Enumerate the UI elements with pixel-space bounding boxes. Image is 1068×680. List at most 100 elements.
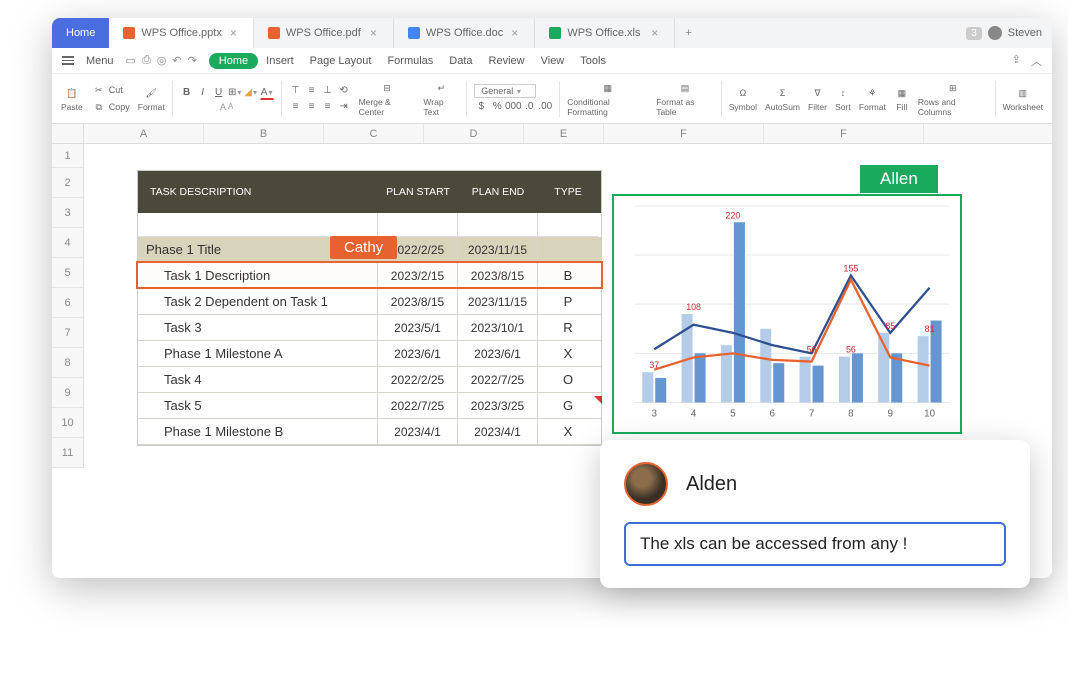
document-tab[interactable]: WPS Office.xls× bbox=[535, 18, 675, 48]
cell-end[interactable]: 2023/11/15 bbox=[458, 237, 538, 262]
table-row[interactable]: Task 3 2023/5/1 2023/10/1 R bbox=[138, 315, 601, 341]
close-tab-icon[interactable]: × bbox=[228, 26, 239, 40]
merge-center-button[interactable]: ⊟Merge & Center bbox=[356, 76, 419, 121]
cell-desc[interactable]: Task 1 Description bbox=[138, 263, 378, 288]
rows-columns-button[interactable]: ⊞Rows and Columns bbox=[915, 76, 991, 121]
cell-type[interactable]: G bbox=[538, 393, 598, 418]
paste-button[interactable]: 📋Paste bbox=[58, 76, 86, 121]
row-header[interactable]: 6 bbox=[52, 288, 83, 318]
undo-icon[interactable]: ↶ bbox=[172, 54, 181, 67]
number-format-select[interactable]: General ▾ bbox=[474, 84, 536, 98]
document-tab[interactable]: WPS Office.pptx× bbox=[109, 18, 254, 48]
cell-type[interactable] bbox=[538, 237, 598, 262]
close-tab-icon[interactable]: × bbox=[368, 26, 379, 40]
align-top-icon[interactable]: ⊤ bbox=[289, 84, 303, 98]
menu-label[interactable]: Menu bbox=[86, 55, 114, 67]
font-size-dec-icon[interactable]: A bbox=[228, 102, 233, 111]
cell-type[interactable]: X bbox=[538, 419, 598, 444]
cell-end[interactable]: 2023/6/1 bbox=[458, 341, 538, 366]
account-area[interactable]: 3 Steven bbox=[956, 18, 1052, 48]
italic-button[interactable]: I bbox=[196, 86, 210, 100]
align-right-icon[interactable]: ≡ bbox=[321, 100, 335, 114]
column-header[interactable]: E bbox=[524, 124, 604, 143]
preview-icon[interactable]: ◎ bbox=[157, 54, 167, 67]
save-icon[interactable]: ▭ bbox=[126, 54, 136, 67]
border-button[interactable]: ⊞▾ bbox=[228, 86, 242, 100]
cell-type[interactable]: X bbox=[538, 341, 598, 366]
document-tab[interactable]: WPS Office.doc× bbox=[394, 18, 535, 48]
table-row[interactable]: Task 4 2022/2/25 2022/7/25 O bbox=[138, 367, 601, 393]
autosum-button[interactable]: ΣAutoSum bbox=[762, 76, 803, 121]
hamburger-icon[interactable] bbox=[62, 56, 74, 65]
column-header[interactable]: F bbox=[604, 124, 764, 143]
cell-start[interactable]: 2022/2/25 bbox=[378, 367, 458, 392]
cell-type[interactable]: B bbox=[538, 263, 598, 288]
sort-button[interactable]: ↕Sort bbox=[832, 76, 854, 121]
table-row[interactable]: Task 1 Description 2023/2/15 2023/8/15 B bbox=[138, 263, 601, 289]
orientation-icon[interactable]: ⟲ bbox=[337, 84, 351, 98]
cut-icon[interactable]: ✂ bbox=[91, 82, 107, 98]
copy-icon[interactable]: ⧉ bbox=[91, 99, 107, 115]
close-tab-icon[interactable]: × bbox=[649, 26, 660, 40]
row-header[interactable]: 11 bbox=[52, 438, 83, 468]
column-header[interactable]: A bbox=[84, 124, 204, 143]
table-row[interactable]: Task 5 2022/7/25 2023/3/25 G bbox=[138, 393, 601, 419]
row-header[interactable]: 4 bbox=[52, 228, 83, 258]
row-header[interactable]: 10 bbox=[52, 408, 83, 438]
table-row[interactable]: Task 2 Dependent on Task 1 2023/8/15 202… bbox=[138, 289, 601, 315]
align-left-icon[interactable]: ≡ bbox=[289, 100, 303, 114]
cell-end[interactable]: 2023/3/25 bbox=[458, 393, 538, 418]
cell-end[interactable]: 2023/4/1 bbox=[458, 419, 538, 444]
format-painter-button[interactable]: 🖌Format bbox=[135, 76, 168, 121]
document-tab[interactable]: WPS Office.pdf× bbox=[254, 18, 394, 48]
fill-color-button[interactable]: ◢▾ bbox=[244, 86, 258, 100]
column-header[interactable]: D bbox=[424, 124, 524, 143]
collapse-ribbon-icon[interactable]: ︿ bbox=[1031, 53, 1042, 69]
format-as-table-button[interactable]: ▤Format as Table bbox=[653, 76, 717, 121]
format-button[interactable]: ⚘Format bbox=[856, 76, 889, 121]
ribbon-tab-review[interactable]: Review bbox=[481, 53, 533, 69]
row-header[interactable]: 2 bbox=[52, 168, 83, 198]
font-color-button[interactable]: A▾ bbox=[260, 86, 274, 100]
cell-end[interactable]: 2022/7/25 bbox=[458, 367, 538, 392]
align-middle-icon[interactable]: ≡ bbox=[305, 84, 319, 98]
cell-desc[interactable]: Task 5 bbox=[138, 393, 378, 418]
percent-icon[interactable]: % bbox=[490, 100, 504, 114]
row-header[interactable]: 1 bbox=[52, 144, 83, 168]
cell-end[interactable]: 2023/11/15 bbox=[458, 289, 538, 314]
ribbon-tab-view[interactable]: View bbox=[533, 53, 573, 69]
cell-desc[interactable]: Phase 1 Milestone A bbox=[138, 341, 378, 366]
ribbon-tab-tools[interactable]: Tools bbox=[572, 53, 614, 69]
row-header[interactable]: 7 bbox=[52, 318, 83, 348]
cell-desc[interactable]: Task 3 bbox=[138, 315, 378, 340]
cell-start[interactable]: 2023/8/15 bbox=[378, 289, 458, 314]
table-row[interactable]: Phase 1 Milestone A 2023/6/1 2023/6/1 X bbox=[138, 341, 601, 367]
redo-icon[interactable]: ↷ bbox=[188, 54, 197, 67]
comma-icon[interactable]: 000 bbox=[506, 100, 520, 114]
new-tab-button[interactable]: + bbox=[675, 18, 701, 48]
comment-indicator-icon[interactable] bbox=[594, 396, 602, 404]
tab-home[interactable]: Home bbox=[52, 18, 109, 48]
underline-button[interactable]: U bbox=[212, 86, 226, 100]
close-tab-icon[interactable]: × bbox=[509, 26, 520, 40]
align-bottom-icon[interactable]: ⊥ bbox=[321, 84, 335, 98]
fill-button[interactable]: ▦Fill bbox=[891, 76, 913, 121]
cell-start[interactable]: 2022/7/25 bbox=[378, 393, 458, 418]
cell-type[interactable]: O bbox=[538, 367, 598, 392]
cell-type[interactable]: R bbox=[538, 315, 598, 340]
currency-icon[interactable]: $ bbox=[474, 100, 488, 114]
cell-desc[interactable]: Task 2 Dependent on Task 1 bbox=[138, 289, 378, 314]
ribbon-tab-data[interactable]: Data bbox=[441, 53, 480, 69]
cell-end[interactable]: 2023/8/15 bbox=[458, 263, 538, 288]
cell-desc[interactable]: Task 4 bbox=[138, 367, 378, 392]
ribbon-tab-home[interactable]: Home bbox=[209, 53, 258, 69]
cell-start[interactable]: 2023/5/1 bbox=[378, 315, 458, 340]
print-icon[interactable]: ⎙ bbox=[142, 54, 151, 67]
ribbon-tab-formulas[interactable]: Formulas bbox=[379, 53, 441, 69]
column-header[interactable]: F bbox=[764, 124, 924, 143]
wrap-text-button[interactable]: ↵Wrap Text bbox=[420, 76, 462, 121]
column-header[interactable]: B bbox=[204, 124, 324, 143]
share-icon[interactable]: ⇪ bbox=[1012, 53, 1021, 69]
cell-type[interactable]: P bbox=[538, 289, 598, 314]
inc-decimal-icon[interactable]: .0 bbox=[522, 100, 536, 114]
